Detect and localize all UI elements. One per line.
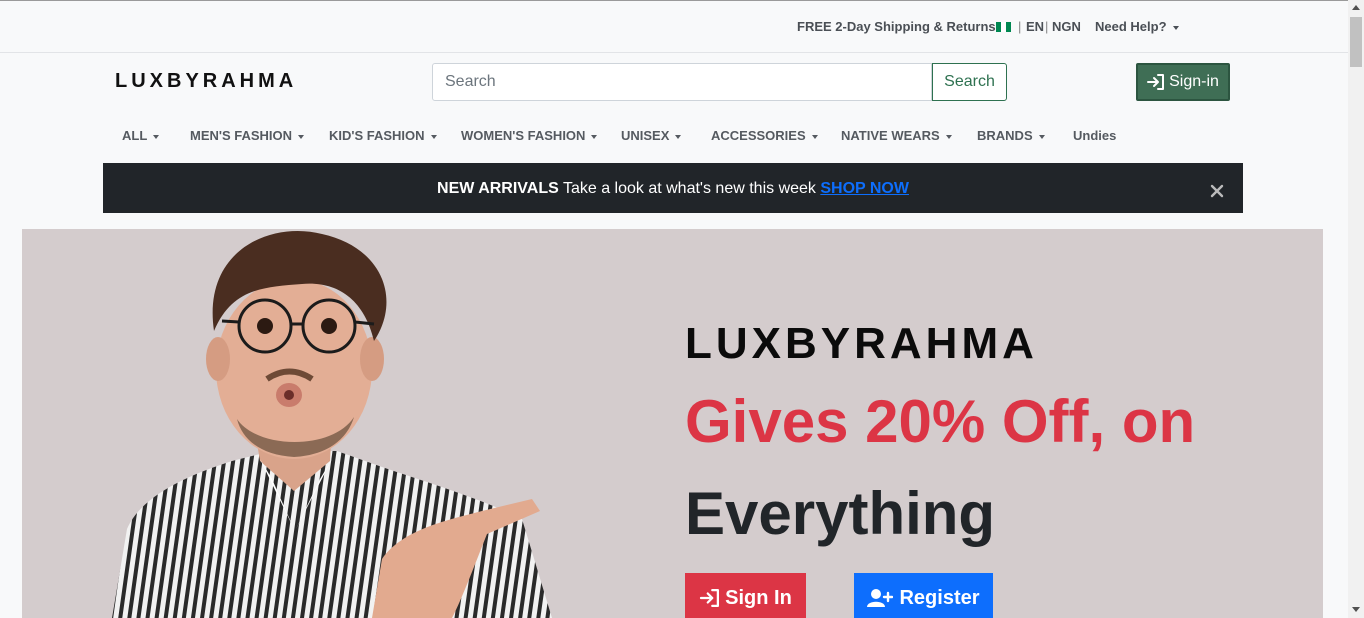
currency-selector[interactable]: NGN: [1052, 19, 1081, 34]
hero-register-label: Register: [899, 586, 980, 609]
scroll-up-icon[interactable]: [1352, 5, 1360, 10]
shipping-notice: FREE 2-Day Shipping & Returns: [797, 19, 996, 34]
nav-label: ACCESSORIES: [711, 128, 806, 143]
search-input[interactable]: [432, 63, 932, 101]
nav-item-womens-fashion[interactable]: WOMEN'S FASHION: [461, 128, 598, 143]
chevron-down-icon: [430, 134, 437, 139]
nav-label: UNISEX: [621, 128, 670, 143]
user-plus-icon: [867, 589, 894, 607]
hero-model-image: [112, 230, 552, 618]
scroll-down-icon[interactable]: [1352, 607, 1360, 612]
hero-section: LUXBYRAHMA Gives 20% Off, on Everything …: [22, 229, 1323, 618]
sign-in-icon: [700, 589, 720, 607]
nav-label: BRANDS: [977, 128, 1033, 143]
separator: |: [1045, 19, 1049, 34]
search-button[interactable]: Search: [932, 63, 1007, 101]
nav-label: NATIVE WEARS: [841, 128, 940, 143]
nav-item-all[interactable]: ALL: [122, 128, 160, 143]
nav-label: Undies: [1073, 128, 1117, 143]
banner-headline: NEW ARRIVALS: [437, 180, 559, 197]
sign-in-icon: [1147, 74, 1165, 90]
scrollbar-thumb[interactable]: [1350, 17, 1362, 67]
shop-now-link[interactable]: SHOP NOW: [820, 180, 909, 197]
header-signin-label: Sign-in: [1169, 73, 1219, 90]
nav-label: KID'S FASHION: [329, 128, 425, 143]
nav-item-kids-fashion[interactable]: KID'S FASHION: [329, 128, 437, 143]
nav-label: WOMEN'S FASHION: [461, 128, 586, 143]
hero-signin-button[interactable]: Sign In: [685, 573, 806, 618]
page-scrollbar[interactable]: [1348, 0, 1364, 618]
banner-text: NEW ARRIVALS Take a look at what's new t…: [103, 180, 1243, 198]
chevron-down-icon: [811, 134, 818, 139]
chevron-down-icon: [591, 134, 598, 139]
hero-register-button[interactable]: Register: [854, 573, 993, 618]
header-signin-button[interactable]: Sign-in: [1136, 63, 1230, 101]
need-help-label: Need Help?: [1095, 19, 1167, 34]
chevron-down-icon: [153, 134, 160, 139]
nav-item-native-wears[interactable]: NATIVE WEARS: [841, 128, 952, 143]
close-icon[interactable]: [1209, 183, 1225, 199]
nav-item-accessories[interactable]: ACCESSORIES: [711, 128, 818, 143]
banner-message: Take a look at what's new this week: [558, 180, 821, 197]
hero-subtitle: Everything: [685, 480, 996, 547]
need-help-dropdown[interactable]: Need Help?: [1095, 19, 1179, 34]
announcement-banner: NEW ARRIVALS Take a look at what's new t…: [103, 163, 1243, 213]
nav-label: MEN'S FASHION: [190, 128, 293, 143]
chevron-down-icon: [675, 134, 682, 139]
hero-title: LUXBYRAHMA: [685, 319, 1038, 368]
nav-item-undies[interactable]: Undies: [1073, 128, 1116, 143]
nav-item-brands[interactable]: BRANDS: [977, 128, 1045, 143]
chevron-down-icon: [1038, 134, 1045, 139]
language-selector[interactable]: EN: [1026, 19, 1044, 34]
chevron-down-icon: [298, 134, 305, 139]
hero-signin-label: Sign In: [725, 586, 792, 609]
hero-offer: Gives 20% Off, on: [685, 388, 1196, 455]
top-utility-bar: FREE 2-Day Shipping & Returns | EN | NGN…: [0, 0, 1348, 53]
nav-item-mens-fashion[interactable]: MEN'S FASHION: [190, 128, 305, 143]
nigeria-flag-icon: [996, 22, 1011, 32]
separator: |: [1018, 19, 1022, 34]
chevron-down-icon: [945, 134, 952, 139]
brand-logo[interactable]: LUXBYRAHMA: [115, 70, 297, 93]
chevron-down-icon: [1172, 25, 1179, 30]
nav-label: ALL: [122, 128, 148, 143]
nav-item-unisex[interactable]: UNISEX: [621, 128, 682, 143]
